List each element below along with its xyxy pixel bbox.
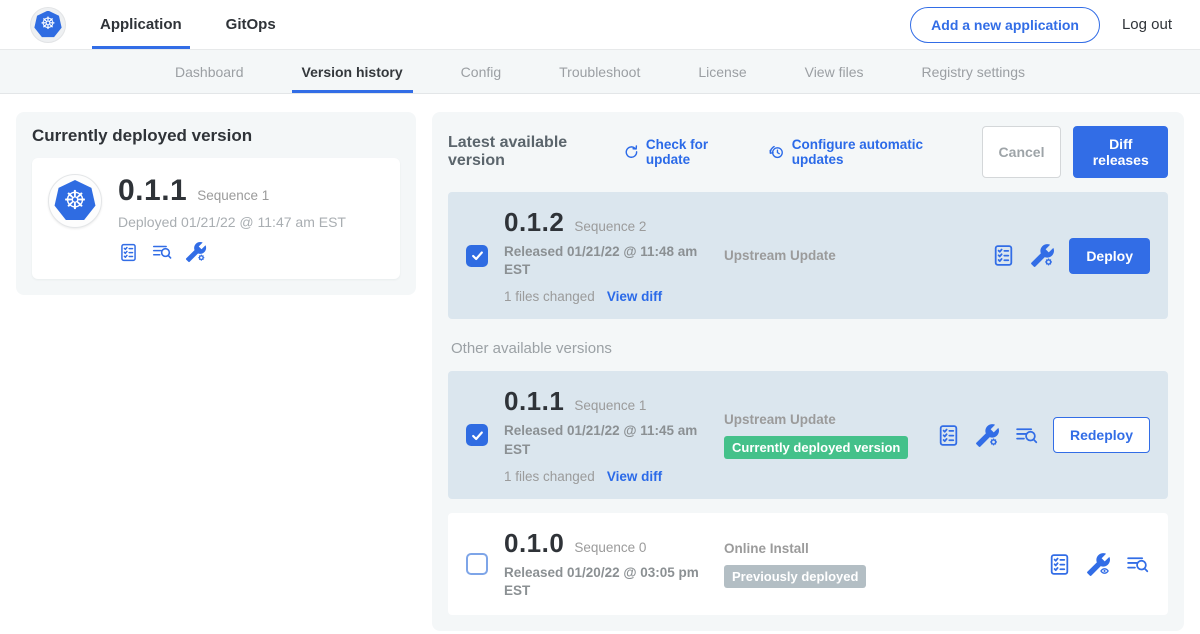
deployed-version-card: ☸ 0.1.1 Sequence 1 Deployed 01/21/22 @ 1…: [32, 158, 400, 279]
deployed-version-number: 0.1.1: [118, 174, 187, 208]
preflight-checklist-icon[interactable]: [118, 242, 139, 263]
cancel-button[interactable]: Cancel: [982, 126, 1062, 178]
deploy-button[interactable]: Deploy: [1069, 238, 1150, 274]
logout-button[interactable]: Log out: [1122, 16, 1172, 33]
sequence-label: Sequence 1: [574, 398, 646, 413]
subnav-license[interactable]: License: [688, 50, 756, 93]
preflight-checklist-icon[interactable]: [1047, 552, 1072, 577]
version-checkbox[interactable]: [466, 424, 488, 446]
redeploy-button[interactable]: Redeploy: [1053, 417, 1150, 453]
version-row-0-1-2: 0.1.2 Sequence 2 Released 01/21/22 @ 11:…: [448, 192, 1168, 319]
subnav-config[interactable]: Config: [451, 50, 511, 93]
view-diff-link[interactable]: View diff: [607, 469, 662, 484]
files-changed-label: 1 files changed: [504, 289, 595, 304]
released-timestamp: Released 01/20/22 @ 03:05 pm EST: [504, 564, 699, 600]
subnav-registry-settings[interactable]: Registry settings: [912, 50, 1035, 93]
subnav-version-history[interactable]: Version history: [292, 50, 413, 93]
sequence-label: Sequence 2: [574, 219, 646, 234]
released-timestamp: Released 01/21/22 @ 11:45 am EST: [504, 422, 699, 458]
check-for-update-label: Check for update: [646, 137, 742, 167]
edit-config-wrench-gear-icon[interactable]: [975, 423, 1000, 448]
currently-deployed-badge: Currently deployed version: [724, 436, 908, 459]
subnav-troubleshoot[interactable]: Troubleshoot: [549, 50, 650, 93]
edit-config-wrench-gear-icon[interactable]: [1030, 243, 1055, 268]
view-config-wrench-eye-icon[interactable]: [1086, 552, 1111, 577]
version-row-0-1-1: 0.1.1 Sequence 1 Released 01/21/22 @ 11:…: [448, 371, 1168, 498]
released-timestamp: Released 01/21/22 @ 11:48 am EST: [504, 243, 699, 279]
version-source-label: Online Install: [724, 541, 1047, 556]
version-history-panel: Latest available version Check for updat…: [432, 112, 1184, 631]
preflight-checklist-icon[interactable]: [936, 423, 961, 448]
previously-deployed-badge: Previously deployed: [724, 565, 866, 588]
top-navigation: ☸ Application GitOps Add a new applicati…: [0, 0, 1200, 50]
tab-gitops[interactable]: GitOps: [218, 0, 284, 49]
version-checkbox[interactable]: [466, 245, 488, 267]
version-checkbox[interactable]: [466, 553, 488, 575]
app-logo: ☸: [30, 0, 66, 49]
version-number: 0.1.1: [504, 386, 564, 417]
other-available-versions-title: Other available versions: [451, 340, 1168, 357]
tab-application[interactable]: Application: [92, 0, 190, 49]
app-sub-navigation: Dashboard Version history Config Trouble…: [0, 50, 1200, 94]
latest-available-title: Latest available version: [448, 134, 609, 170]
preflight-checklist-icon[interactable]: [991, 243, 1016, 268]
version-number: 0.1.2: [504, 207, 564, 238]
kubernetes-app-icon: ☸: [48, 174, 102, 228]
configure-automatic-updates-label: Configure automatic updates: [792, 137, 956, 167]
version-source-label: Upstream Update: [724, 412, 936, 427]
edit-config-wrench-gear-icon[interactable]: [185, 241, 207, 263]
files-changed-label: 1 files changed: [504, 469, 595, 484]
release-notes-search-icon[interactable]: [1125, 552, 1150, 577]
refresh-icon: [623, 144, 640, 161]
clock-refresh-icon: [768, 143, 786, 161]
diff-releases-button[interactable]: Diff releases: [1073, 126, 1168, 178]
currently-deployed-title: Currently deployed version: [32, 126, 400, 146]
configure-automatic-updates-link[interactable]: Configure automatic updates: [768, 137, 956, 167]
tab-application-label: Application: [100, 16, 182, 33]
version-row-0-1-0: 0.1.0 Sequence 0 Released 01/20/22 @ 03:…: [448, 513, 1168, 615]
add-application-button[interactable]: Add a new application: [910, 7, 1100, 43]
version-number: 0.1.0: [504, 528, 564, 559]
deployed-sequence-label: Sequence 1: [197, 188, 269, 203]
subnav-view-files[interactable]: View files: [795, 50, 874, 93]
sequence-label: Sequence 0: [574, 540, 646, 555]
subnav-dashboard[interactable]: Dashboard: [165, 50, 254, 93]
release-notes-search-icon[interactable]: [1014, 423, 1039, 448]
tab-gitops-label: GitOps: [226, 16, 276, 33]
release-notes-search-icon[interactable]: [151, 241, 173, 263]
version-source-label: Upstream Update: [724, 248, 991, 263]
kubernetes-logo-icon: ☸: [30, 7, 66, 43]
deployed-timestamp: Deployed 01/21/22 @ 11:47 am EST: [118, 214, 346, 230]
currently-deployed-panel: Currently deployed version ☸ 0.1.1 Seque…: [16, 112, 416, 295]
check-for-update-link[interactable]: Check for update: [623, 137, 742, 167]
view-diff-link[interactable]: View diff: [607, 289, 662, 304]
